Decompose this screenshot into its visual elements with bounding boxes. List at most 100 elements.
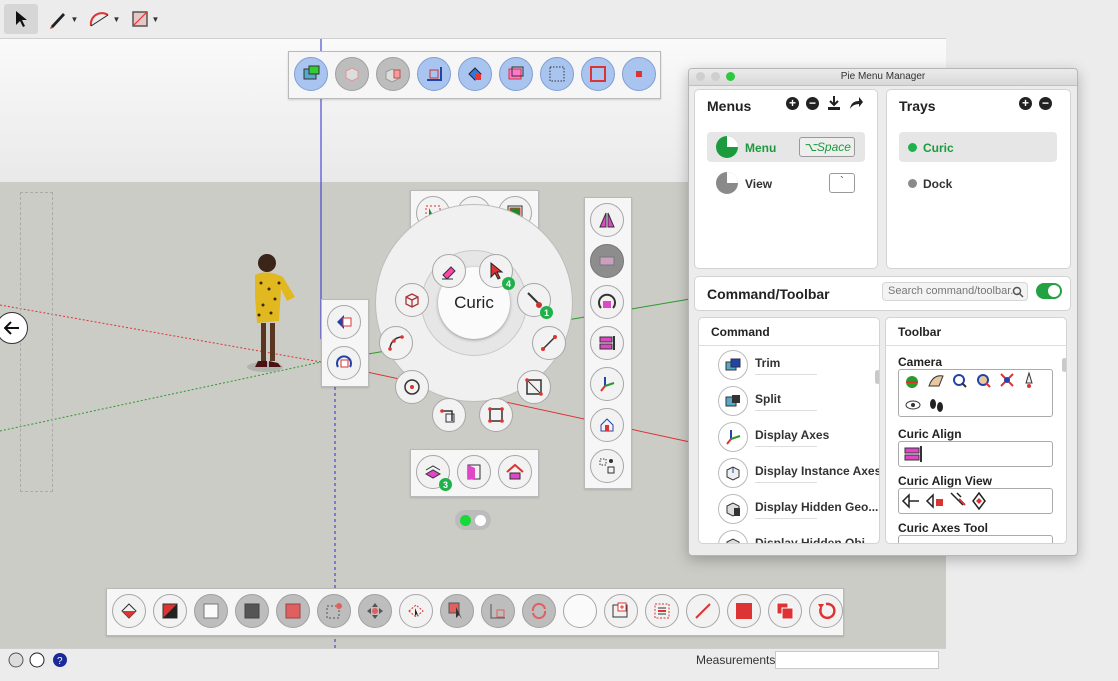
- add-menu-icon[interactable]: +: [786, 97, 799, 110]
- bottom-btn-4[interactable]: [235, 594, 269, 628]
- bottom-btn-3[interactable]: [194, 594, 228, 628]
- tray-button-6[interactable]: [499, 57, 533, 91]
- select-tool-button[interactable]: [4, 4, 38, 34]
- window-title: Pie Menu Manager: [689, 69, 1077, 86]
- bottom-btn-1[interactable]: [112, 594, 146, 628]
- command-item[interactable]: Display Hidden Obj...: [755, 536, 875, 543]
- roof-button[interactable]: [498, 455, 532, 489]
- svg-text:?: ?: [57, 656, 63, 667]
- command-item[interactable]: Display Hidden Geo...: [755, 500, 878, 514]
- tray-button-8[interactable]: [581, 57, 615, 91]
- search-input[interactable]: Search command/toolbar...: [882, 282, 1028, 301]
- measurements-input[interactable]: [775, 651, 939, 669]
- bottom-btn-13[interactable]: [604, 594, 638, 628]
- bottom-btn-15[interactable]: [686, 594, 720, 628]
- toolbar-scrollbar[interactable]: [1062, 358, 1066, 372]
- share-icon[interactable]: [848, 95, 864, 111]
- bottom-btn-18[interactable]: [809, 594, 843, 628]
- enable-toggle[interactable]: [1036, 283, 1062, 299]
- tray-button-9[interactable]: [622, 57, 656, 91]
- rotated-rect-button[interactable]: [517, 370, 551, 404]
- pager-dot[interactable]: [475, 514, 486, 526]
- tray-button-4[interactable]: [417, 57, 451, 91]
- rotate-button[interactable]: [590, 285, 624, 319]
- bottom-btn-8[interactable]: [399, 594, 433, 628]
- camera-toolbar-box[interactable]: [898, 369, 1053, 417]
- divider: [755, 374, 817, 375]
- circle-icon: [404, 379, 420, 395]
- double-square-icon: [776, 602, 794, 620]
- house-flip-button[interactable]: [590, 408, 624, 442]
- command-item[interactable]: Display Axes: [755, 428, 829, 442]
- curic-align-toolbar-box[interactable]: [898, 441, 1053, 467]
- stack-button[interactable]: [590, 326, 624, 360]
- circle-button[interactable]: [395, 370, 429, 404]
- bottom-btn-5[interactable]: [276, 594, 310, 628]
- offset-button[interactable]: [432, 398, 466, 432]
- component-edit-button[interactable]: [327, 305, 361, 339]
- dotted-grid-icon: [549, 66, 565, 82]
- bottom-btn-2[interactable]: [153, 594, 187, 628]
- command-item[interactable]: Trim: [755, 356, 780, 370]
- bottom-btn-16[interactable]: [727, 594, 761, 628]
- command-item[interactable]: Split: [755, 392, 781, 406]
- tray-button-5[interactable]: [458, 57, 492, 91]
- bottom-btn-10[interactable]: [481, 594, 515, 628]
- bottom-tray: [106, 588, 844, 636]
- remove-tray-icon[interactable]: −: [1039, 97, 1052, 110]
- tray-button-2[interactable]: [335, 57, 369, 91]
- arc-tool-button[interactable]: ▼: [86, 4, 122, 34]
- curic-align-view-toolbar-box[interactable]: [898, 488, 1053, 514]
- line-tool-button[interactable]: ▼: [46, 4, 80, 34]
- close-button[interactable]: [696, 72, 705, 81]
- tray-item-dock[interactable]: Dock: [923, 177, 952, 191]
- bottom-btn-6[interactable]: [317, 594, 351, 628]
- bottom-btn-12[interactable]: [563, 594, 597, 628]
- tray-button-1[interactable]: [294, 57, 328, 91]
- badge-4: 4: [502, 277, 515, 290]
- eraser-button[interactable]: [432, 254, 466, 288]
- add-box-icon: [612, 602, 628, 618]
- bottom-btn-14[interactable]: [645, 594, 679, 628]
- rectangle-tool-button[interactable]: ▼: [128, 4, 162, 34]
- tray-pager[interactable]: [455, 510, 491, 530]
- rectangle-button[interactable]: [479, 398, 513, 432]
- mirror-button[interactable]: [590, 203, 624, 237]
- pie-chart-green-icon: [716, 136, 738, 158]
- bottom-btn-7[interactable]: [358, 594, 392, 628]
- bottom-btn-17[interactable]: [768, 594, 802, 628]
- view-shortcut-field[interactable]: `: [829, 173, 855, 193]
- axes-button[interactable]: [590, 367, 624, 401]
- command-item[interactable]: Display Instance Axes: [755, 464, 879, 478]
- select-button[interactable]: 4: [479, 254, 515, 290]
- tray-button-3[interactable]: [376, 57, 410, 91]
- door-icon: [467, 464, 481, 480]
- menu-shortcut-field[interactable]: ⌥Space: [799, 137, 855, 157]
- component-explode-button[interactable]: [327, 346, 361, 380]
- divider: [886, 345, 1066, 346]
- group-tools-button[interactable]: [590, 449, 624, 483]
- door-button[interactable]: [457, 455, 491, 489]
- bottom-btn-11[interactable]: [522, 594, 556, 628]
- bounding-box-button[interactable]: [395, 283, 429, 317]
- add-tray-icon[interactable]: +: [1019, 97, 1032, 110]
- minimize-button[interactable]: [711, 72, 720, 81]
- arc-button[interactable]: [379, 326, 413, 360]
- layer-button[interactable]: 3: [416, 455, 452, 491]
- zoom-button[interactable]: [726, 72, 735, 81]
- curic-axes-toolbar-box[interactable]: [898, 535, 1053, 543]
- line-button[interactable]: [532, 326, 566, 360]
- tray-button-7[interactable]: [540, 57, 574, 91]
- divider: [755, 410, 817, 411]
- download-icon[interactable]: [826, 95, 842, 111]
- eraser-icon: [442, 266, 456, 280]
- white-square-icon: [203, 603, 219, 619]
- view-item-label[interactable]: View: [745, 177, 772, 191]
- command-scrollbar[interactable]: [875, 370, 879, 384]
- paint-select-button[interactable]: 1: [517, 283, 553, 319]
- remove-menu-icon[interactable]: −: [806, 97, 819, 110]
- align-button-disabled[interactable]: [590, 244, 624, 278]
- bottom-btn-9[interactable]: [440, 594, 474, 628]
- pager-dot-active[interactable]: [460, 514, 471, 526]
- cube-pair-icon: [385, 68, 401, 83]
